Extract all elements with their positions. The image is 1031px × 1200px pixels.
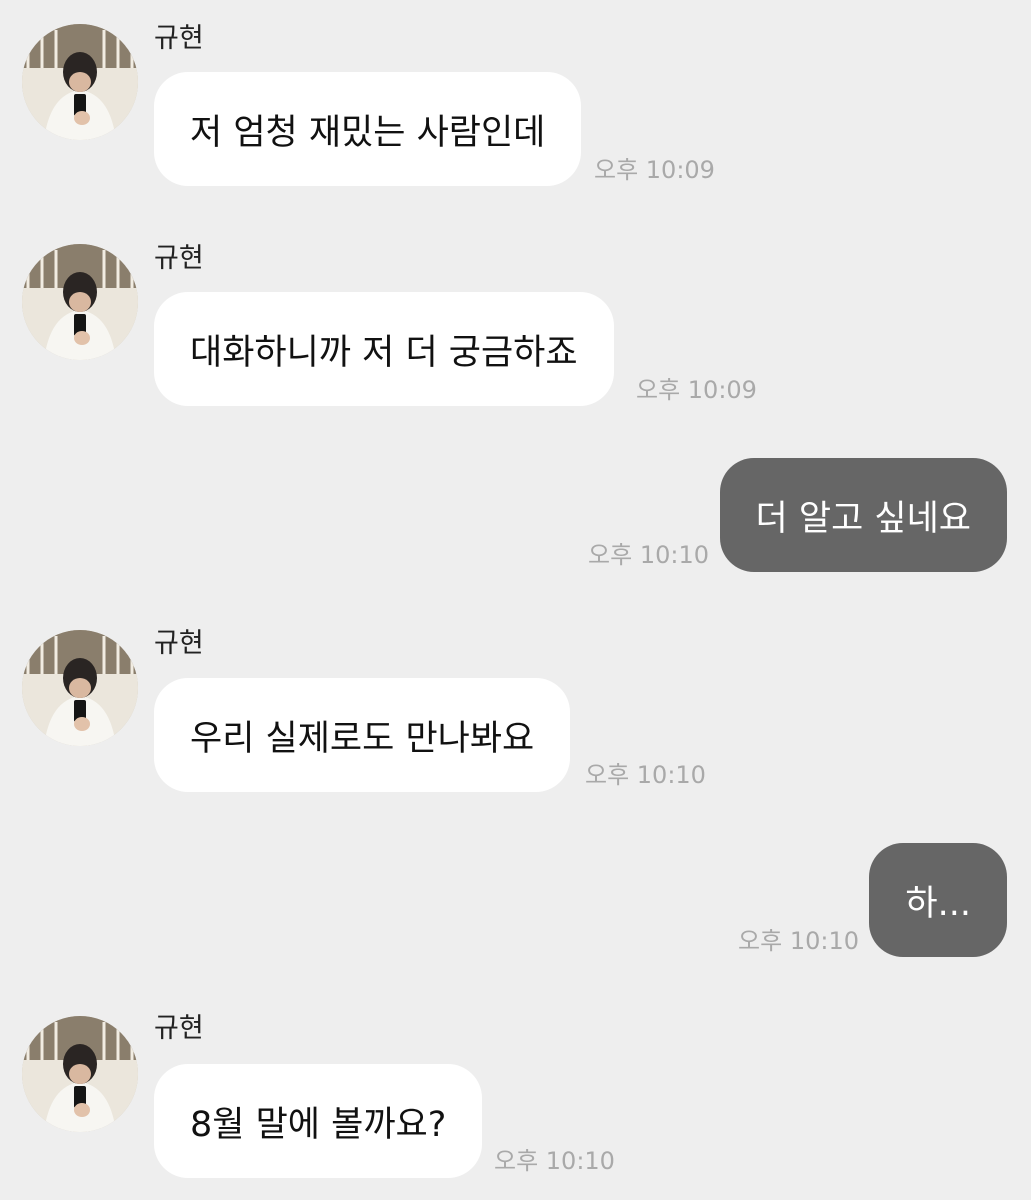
profile-photo-icon[interactable] — [22, 24, 138, 140]
message-bubble[interactable]: 8월 말에 볼까요? — [154, 1064, 483, 1178]
message-timestamp: 오후 10:10 — [738, 927, 859, 955]
message-timestamp: 오후 10:09 — [594, 156, 715, 184]
sender-name: 규현 — [154, 1013, 204, 1044]
sender-name: 규현 — [154, 23, 204, 54]
message-timestamp: 오후 10:09 — [636, 376, 757, 404]
message-bubble[interactable]: 하... — [869, 843, 1007, 957]
message-bubble[interactable]: 대화하니까 저 더 궁금하죠 — [154, 292, 614, 406]
profile-photo-icon[interactable] — [22, 630, 138, 746]
message-bubble[interactable]: 저 엄청 재밌는 사람인데 — [154, 72, 582, 186]
message-timestamp: 오후 10:10 — [494, 1147, 615, 1175]
chat-log: 규현 저 엄청 재밌는 사람인데 오후 10:09 규현 대화하니까 저 더 궁… — [0, 0, 1031, 1200]
profile-photo-icon[interactable] — [22, 1016, 138, 1132]
message-timestamp: 오후 10:10 — [585, 761, 706, 789]
profile-photo-icon[interactable] — [22, 244, 138, 360]
sender-name: 규현 — [154, 243, 204, 274]
message-timestamp: 오후 10:10 — [588, 541, 709, 569]
message-bubble[interactable]: 더 알고 싶네요 — [719, 458, 1007, 572]
sender-name: 규현 — [154, 628, 204, 659]
message-bubble[interactable]: 우리 실제로도 만나봐요 — [154, 678, 571, 792]
